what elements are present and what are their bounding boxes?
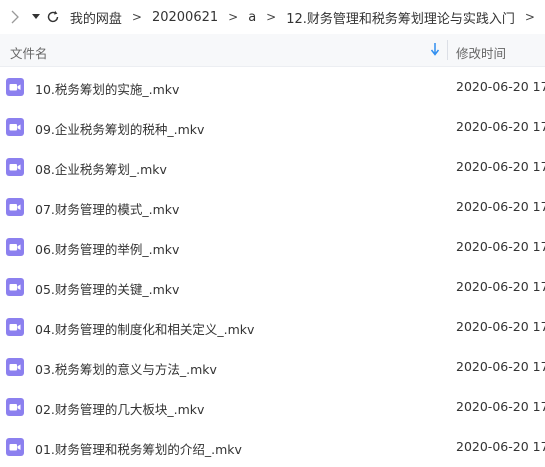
video-file-icon <box>6 318 24 336</box>
file-modified-time: 2020-06-20 17:0 <box>456 399 545 414</box>
file-modified-time: 2020-06-20 17:0 <box>456 439 545 454</box>
file-name[interactable]: 07.财务管理的模式_.mkv <box>35 199 179 218</box>
file-row[interactable]: 07.财务管理的模式_.mkv 2020-06-20 17:0 <box>0 187 545 227</box>
file-name[interactable]: 08.企业税务筹划_.mkv <box>35 159 167 178</box>
column-divider[interactable] <box>447 40 448 60</box>
file-name[interactable]: 02.财务管理的几大板块_.mkv <box>35 399 204 418</box>
file-row[interactable]: 09.企业税务筹划的税种_.mkv 2020-06-20 17:0 <box>0 107 545 147</box>
file-name[interactable]: 03.税务筹划的意义与方法_.mkv <box>35 359 217 378</box>
video-file-icon <box>6 118 24 136</box>
file-modified-time: 2020-06-20 17:0 <box>456 279 545 294</box>
video-file-icon <box>6 78 24 96</box>
breadcrumb-separator: > <box>266 10 277 24</box>
sort-down-arrow-icon[interactable] <box>430 42 440 56</box>
file-list-header: 文件名 修改时间 <box>0 34 545 67</box>
file-row[interactable]: 08.企业税务筹划_.mkv 2020-06-20 17:0 <box>0 147 545 187</box>
video-file-icon <box>6 358 24 376</box>
file-modified-time: 2020-06-20 17:0 <box>456 319 545 334</box>
file-row[interactable]: 03.税务筹划的意义与方法_.mkv 2020-06-20 17:0 <box>0 347 545 387</box>
file-list: 10.税务筹划的实施_.mkv2020-06-20 17:009.企业税务筹划的… <box>0 67 545 467</box>
video-file-icon <box>6 238 24 256</box>
file-modified-time: 2020-06-20 17:0 <box>456 359 545 374</box>
breadcrumb-separator: > <box>228 10 239 24</box>
file-name[interactable]: 01.财务管理和税务筹划的介绍_.mkv <box>35 439 242 458</box>
file-modified-time: 2020-06-20 17:0 <box>456 199 545 214</box>
back-chevron-icon[interactable] <box>8 7 22 27</box>
video-file-icon <box>6 158 24 176</box>
breadcrumb-item-root[interactable]: 我的网盘 <box>70 8 122 27</box>
breadcrumb-separator: > <box>524 10 535 24</box>
breadcrumb-item-a-folder[interactable]: a <box>248 10 256 25</box>
column-header-name[interactable]: 文件名 <box>10 43 48 62</box>
column-header-modified-time[interactable]: 修改时间 <box>456 43 506 62</box>
breadcrumb-separator: > <box>131 10 142 24</box>
file-modified-time: 2020-06-20 17:0 <box>456 79 545 94</box>
refresh-icon[interactable] <box>46 7 60 27</box>
file-name[interactable]: 10.税务筹划的实施_.mkv <box>35 79 179 98</box>
file-row[interactable]: 04.财务管理的制度化和相关定义_.mkv 2020-06-20 17:0 <box>0 307 545 347</box>
file-modified-time: 2020-06-20 17:0 <box>456 119 545 134</box>
video-file-icon <box>6 438 24 456</box>
file-name[interactable]: 05.财务管理的关键_.mkv <box>35 279 179 298</box>
video-file-icon <box>6 198 24 216</box>
file-row[interactable]: 02.财务管理的几大板块_.mkv 2020-06-20 17:0 <box>0 387 545 427</box>
breadcrumb-toolbar: 我的网盘 > 20200621 > a > 12.财务管理和税务筹划理论与实践入… <box>0 0 545 34</box>
file-name[interactable]: 06.财务管理的举例_.mkv <box>35 239 179 258</box>
file-row[interactable]: 05.财务管理的关键_.mkv 2020-06-20 17:0 <box>0 267 545 307</box>
file-row[interactable]: 10.税务筹划的实施_.mkv 2020-06-20 17:0 <box>0 67 545 107</box>
file-name[interactable]: 04.财务管理的制度化和相关定义_.mkv <box>35 319 254 338</box>
breadcrumb-item-current-folder[interactable]: 12.财务管理和税务筹划理论与实践入门 <box>286 8 515 27</box>
video-file-icon <box>6 398 24 416</box>
breadcrumb-item-date-folder[interactable]: 20200621 <box>152 10 218 25</box>
file-modified-time: 2020-06-20 17:0 <box>456 159 545 174</box>
file-row[interactable]: 01.财务管理和税务筹划的介绍_.mkv 2020-06-20 17:0 <box>0 427 545 467</box>
video-file-icon <box>6 278 24 296</box>
file-name[interactable]: 09.企业税务筹划的税种_.mkv <box>35 119 204 138</box>
caret-down-icon[interactable] <box>30 7 41 27</box>
file-row[interactable]: 06.财务管理的举例_.mkv 2020-06-20 17:0 <box>0 227 545 267</box>
file-modified-time: 2020-06-20 17:0 <box>456 239 545 254</box>
